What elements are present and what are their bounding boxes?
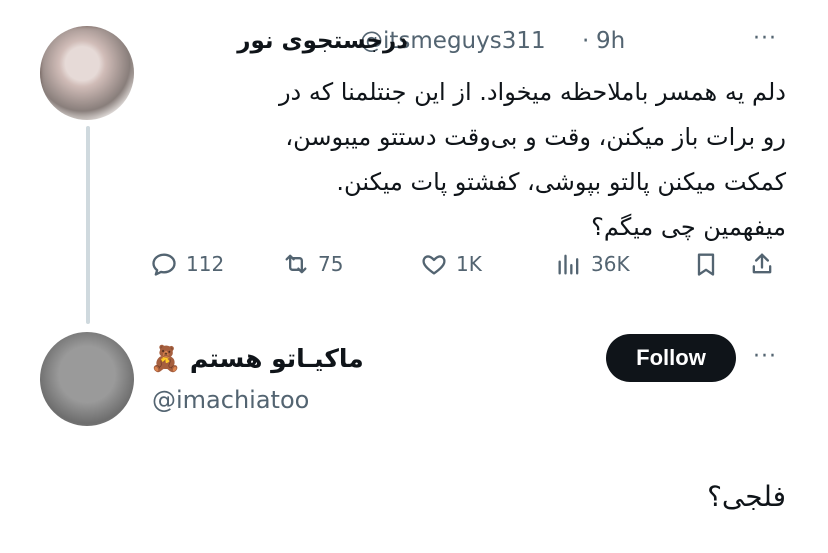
- retweet-icon: [285, 254, 307, 274]
- thread-line: [86, 126, 90, 324]
- retweet-count: 75: [318, 252, 344, 276]
- reply-more-options-button[interactable]: ···: [753, 344, 777, 369]
- tweet-actions: 112 75 1K 36K: [150, 246, 790, 282]
- tweet-line: کمکت میکنن پالتو بپوشی، کفشتو پات میکنن.: [336, 168, 786, 196]
- follow-button[interactable]: Follow: [606, 334, 736, 382]
- bookmark-icon: [697, 253, 715, 276]
- tweet-line: میفهمین چی میگم؟: [591, 213, 786, 241]
- bookmark-button[interactable]: [692, 246, 720, 282]
- tweet-time[interactable]: 9h: [596, 28, 625, 54]
- more-options-button[interactable]: ···: [753, 26, 777, 51]
- views-count: 36K: [591, 252, 630, 276]
- tweet-line: دلم یه همسر باملاحظه میخواد. از این جنتل…: [278, 78, 786, 106]
- author-name[interactable]: درجستجوی نور: [237, 28, 408, 54]
- tweet-line: رو برات باز میکنن، وقت و بی‌وقت دستتو می…: [285, 123, 786, 151]
- reply-author-name[interactable]: ماکیـاتو هستم 🧸: [150, 344, 364, 374]
- reply-text: فلجی؟: [707, 480, 786, 513]
- reply-author-avatar[interactable]: [40, 332, 134, 426]
- share-icon: [752, 253, 772, 274]
- meta-separator: ·: [582, 28, 590, 54]
- reply-button[interactable]: 112: [150, 246, 224, 282]
- tweet-text: دلم یه همسر باملاحظه میخواد. از این جنتل…: [146, 70, 786, 250]
- share-button[interactable]: [748, 246, 776, 282]
- reply-icon: [152, 253, 176, 276]
- views-icon: [558, 254, 579, 275]
- like-count: 1K: [456, 252, 482, 276]
- retweet-button[interactable]: 75: [282, 246, 343, 282]
- reply-count: 112: [186, 252, 225, 276]
- views-button[interactable]: 36K: [555, 246, 630, 282]
- author-avatar[interactable]: [40, 26, 134, 120]
- like-button[interactable]: 1K: [420, 246, 482, 282]
- like-icon: [422, 255, 446, 275]
- reply-author-handle[interactable]: @imachiatoo: [152, 386, 309, 414]
